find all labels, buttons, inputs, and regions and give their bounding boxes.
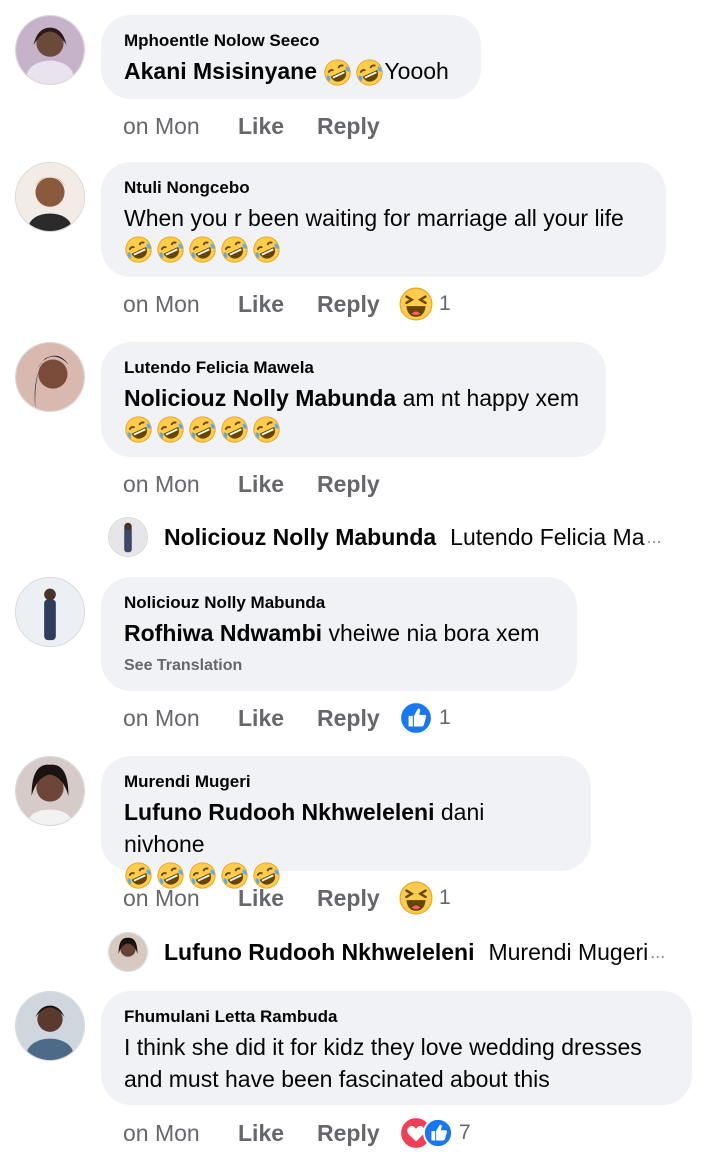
haha-reaction-icon xyxy=(399,881,433,915)
comment-text: Rofhiwa Ndwambi vheiwe nia bora xem xyxy=(124,617,553,649)
comment-time[interactable]: on Mon xyxy=(123,1120,238,1147)
reaction-summary[interactable]: 7 xyxy=(399,1116,471,1150)
reply-button[interactable]: Reply xyxy=(317,885,399,912)
reply-button[interactable]: Reply xyxy=(317,705,399,732)
reply-button[interactable]: Reply xyxy=(317,113,399,140)
comment-bubble[interactable]: Murendi Mugeri Lufuno Rudooh Nkhweleleni… xyxy=(101,756,591,871)
comment-time[interactable]: on Mon xyxy=(123,471,238,498)
comment-text-body: Yoooh xyxy=(384,58,449,84)
mention-link[interactable]: Rofhiwa Ndwambi xyxy=(124,620,322,646)
reaction-count: 7 xyxy=(459,1121,471,1144)
comment-text-body: am nt happy xem xyxy=(402,385,579,411)
reaction-summary[interactable]: 1 xyxy=(399,881,451,915)
reaction-count: 1 xyxy=(439,292,451,315)
comment-actions: on Mon Like Reply 1 xyxy=(123,881,451,915)
reply-ellipsis: ... xyxy=(650,941,666,962)
reaction-count: 1 xyxy=(439,886,451,909)
comment-bubble[interactable]: Ntuli Nongcebo When you r been waiting f… xyxy=(101,162,666,277)
rolling-laughing-emoji-icon xyxy=(252,415,281,444)
emoji-row xyxy=(124,235,642,267)
comment-time[interactable]: on Mon xyxy=(123,885,238,912)
like-reaction-icon xyxy=(423,1118,453,1148)
reply-author: Lufuno Rudooh Nkhweleleni xyxy=(164,938,475,965)
rolling-laughing-emoji-icon xyxy=(323,58,352,87)
comment-author[interactable]: Murendi Mugeri xyxy=(124,772,567,792)
avatar xyxy=(108,517,148,557)
comment-actions: on Mon Like Reply 7 xyxy=(123,1116,471,1150)
rolling-laughing-emoji-icon xyxy=(156,235,185,264)
comment-text: I think she did it for kidz they love we… xyxy=(124,1031,668,1095)
avatar[interactable] xyxy=(15,577,85,647)
comment-actions: on Mon Like Reply xyxy=(123,467,399,501)
reply-button[interactable]: Reply xyxy=(317,291,399,318)
avatar[interactable] xyxy=(15,991,85,1061)
rolling-laughing-emoji-icon xyxy=(188,235,217,264)
emoji-row xyxy=(124,415,582,447)
like-button[interactable]: Like xyxy=(238,291,317,318)
comment-text: Lufuno Rudooh Nkhweleleni dani nivhone xyxy=(124,796,567,860)
avatar[interactable] xyxy=(15,15,85,85)
reply-button[interactable]: Reply xyxy=(317,1120,399,1147)
rolling-laughing-emoji-icon xyxy=(355,58,384,87)
comment-bubble[interactable]: Fhumulani Letta Rambuda I think she did … xyxy=(101,991,692,1105)
comment-text-line: I think she did it for kidz they love we… xyxy=(124,1034,642,1060)
avatar[interactable] xyxy=(15,756,85,826)
comment-author[interactable]: Fhumulani Letta Rambuda xyxy=(124,1007,668,1027)
comment-bubble[interactable]: Noliciouz Nolly Mabunda Rofhiwa Ndwambi … xyxy=(101,577,577,691)
rolling-laughing-emoji-icon xyxy=(124,235,153,264)
comment-author[interactable]: Mphoentle Nolow Seeco xyxy=(124,31,457,51)
comment-text-line: and must have been fascinated about this xyxy=(124,1066,550,1092)
comment-text: When you r been waiting for marriage all… xyxy=(124,205,624,231)
comment-bubble[interactable]: Mphoentle Nolow Seeco Akani Msisinyane Y… xyxy=(101,15,481,99)
comment-text-body: vheiwe nia bora xem xyxy=(328,620,540,646)
like-button[interactable]: Like xyxy=(238,705,317,732)
like-button[interactable]: Like xyxy=(238,1120,317,1147)
comment-text: Akani Msisinyane Yoooh xyxy=(124,55,457,87)
comment-time[interactable]: on Mon xyxy=(123,705,238,732)
comment-text: Noliciouz Nolly Mabunda am nt happy xem xyxy=(124,382,582,414)
comment-author[interactable]: Noliciouz Nolly Mabunda xyxy=(124,593,553,613)
reply-author: Noliciouz Nolly Mabunda xyxy=(164,523,437,550)
comment-actions: on Mon Like Reply 1 xyxy=(123,287,451,321)
reaction-summary[interactable]: 1 xyxy=(399,701,451,735)
mention-link[interactable]: Noliciouz Nolly Mabunda xyxy=(124,385,396,411)
reply-text: Lutendo Felicia Ma xyxy=(450,523,645,550)
reply-preview[interactable]: Lufuno Rudooh Nkhweleleni Murendi Mugeri… xyxy=(108,931,665,973)
like-reaction-icon xyxy=(399,701,433,735)
comment-time[interactable]: on Mon xyxy=(123,291,238,318)
rolling-laughing-emoji-icon xyxy=(124,415,153,444)
reaction-summary[interactable]: 1 xyxy=(399,287,451,321)
comment-bubble[interactable]: Lutendo Felicia Mawela Noliciouz Nolly M… xyxy=(101,342,606,457)
like-button[interactable]: Like xyxy=(238,113,317,140)
rolling-laughing-emoji-icon xyxy=(220,235,249,264)
rolling-laughing-emoji-icon xyxy=(220,415,249,444)
reply-button[interactable]: Reply xyxy=(317,471,399,498)
mention-link[interactable]: Lufuno Rudooh Nkhweleleni xyxy=(124,799,434,825)
comment-author[interactable]: Ntuli Nongcebo xyxy=(124,178,642,198)
like-button[interactable]: Like xyxy=(238,885,317,912)
haha-reaction-icon xyxy=(399,287,433,321)
like-button[interactable]: Like xyxy=(238,471,317,498)
reply-preview[interactable]: Noliciouz Nolly Mabunda Lutendo Felicia … xyxy=(108,516,662,558)
mention-link[interactable]: Akani Msisinyane xyxy=(124,58,317,84)
avatar[interactable] xyxy=(15,342,85,412)
comment-actions: on Mon Like Reply xyxy=(123,109,399,143)
rolling-laughing-emoji-icon xyxy=(252,235,281,264)
see-translation-link[interactable]: See Translation xyxy=(124,657,553,675)
avatar xyxy=(108,932,148,972)
rolling-laughing-emoji-icon xyxy=(156,415,185,444)
comment-time[interactable]: on Mon xyxy=(123,113,238,140)
reply-text: Murendi Mugeri xyxy=(488,938,649,965)
reaction-count: 1 xyxy=(439,706,451,729)
comment-actions: on Mon Like Reply 1 xyxy=(123,701,451,735)
avatar[interactable] xyxy=(15,162,85,232)
rolling-laughing-emoji-icon xyxy=(188,415,217,444)
reply-ellipsis: ... xyxy=(646,526,662,547)
comment-author[interactable]: Lutendo Felicia Mawela xyxy=(124,358,582,378)
